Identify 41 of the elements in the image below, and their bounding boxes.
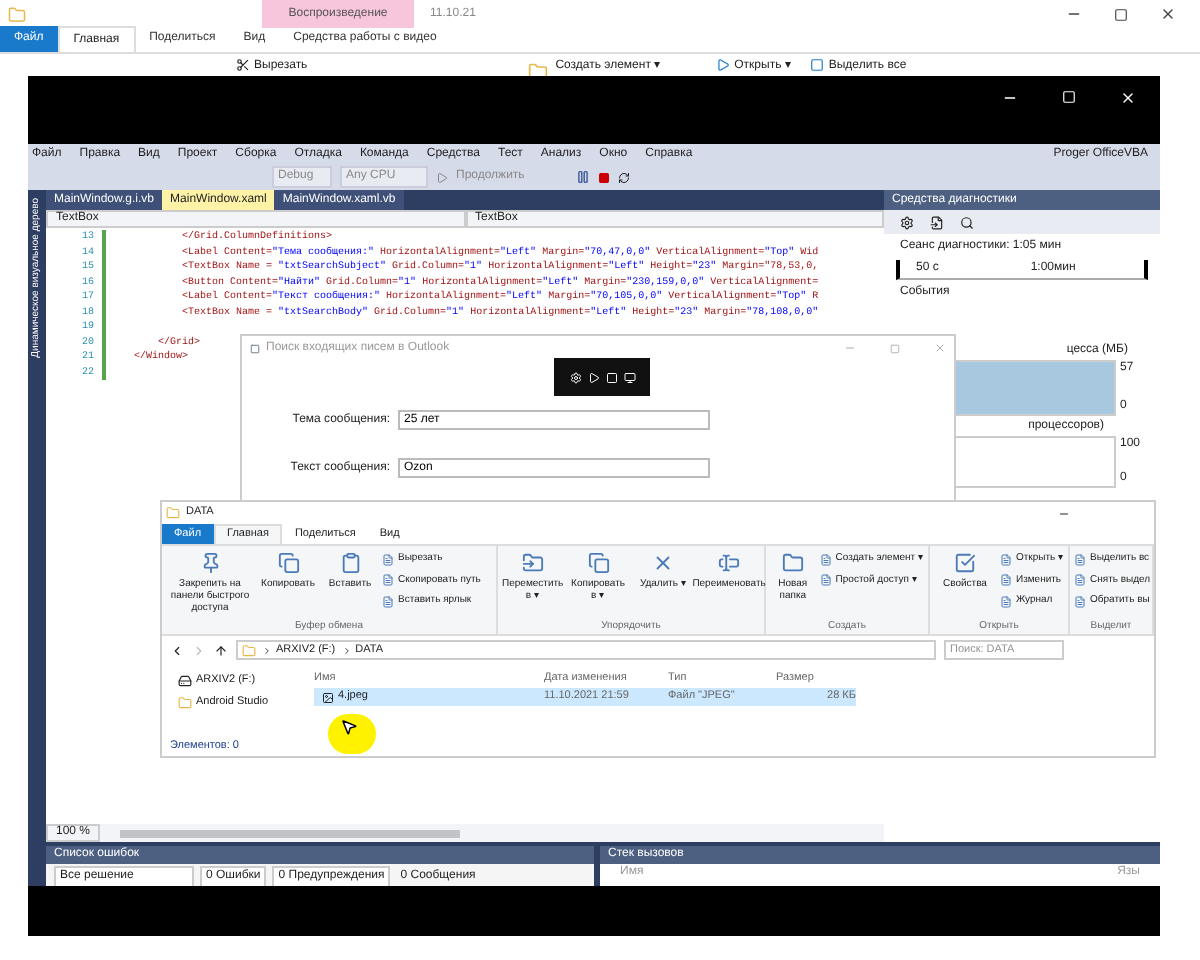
chevron-icon (341, 645, 352, 655)
rename-icon[interactable] (718, 552, 741, 574)
search-icon[interactable] (960, 215, 974, 229)
folder-icon (242, 643, 256, 657)
document-icon[interactable] (382, 574, 394, 587)
app-icon (250, 343, 260, 353)
document-icon[interactable] (1074, 574, 1086, 587)
document-icon[interactable] (999, 553, 1012, 566)
document-icon[interactable] (1074, 553, 1086, 566)
monitor-icon[interactable] (623, 371, 635, 383)
gear-icon[interactable] (569, 371, 581, 383)
horizontal-scrollbar[interactable] (120, 829, 461, 837)
export-icon[interactable] (930, 215, 944, 229)
copy-icon[interactable] (277, 552, 299, 574)
document-icon[interactable] (382, 553, 394, 566)
close-icon[interactable] (1160, 6, 1176, 22)
maximize-icon[interactable] (1114, 7, 1128, 21)
copy-icon[interactable] (587, 552, 609, 574)
pin-icon[interactable] (199, 552, 221, 574)
up-icon[interactable] (214, 643, 228, 657)
document-icon[interactable] (999, 574, 1012, 587)
chevron-icon (262, 645, 272, 655)
restart-icon[interactable] (618, 171, 631, 183)
document-icon[interactable] (999, 595, 1012, 608)
cross-icon[interactable] (652, 552, 675, 574)
scissors-icon[interactable] (236, 58, 250, 72)
image-file-icon (322, 691, 334, 703)
folder-icon (178, 695, 192, 710)
back-icon[interactable] (170, 643, 184, 657)
pause-icon[interactable] (576, 170, 591, 184)
clipboard-icon[interactable] (339, 552, 361, 574)
document-icon[interactable] (819, 553, 832, 566)
checklist-icon[interactable] (953, 552, 976, 574)
document-icon[interactable] (1074, 595, 1086, 608)
folder-arrow-icon[interactable] (521, 552, 544, 574)
mouse-pointer-icon (340, 718, 358, 736)
settings-icon[interactable] (900, 215, 914, 229)
stop-icon[interactable] (598, 171, 611, 183)
document-icon[interactable] (819, 574, 832, 587)
drive-icon (178, 673, 192, 688)
document-icon[interactable] (382, 595, 394, 608)
